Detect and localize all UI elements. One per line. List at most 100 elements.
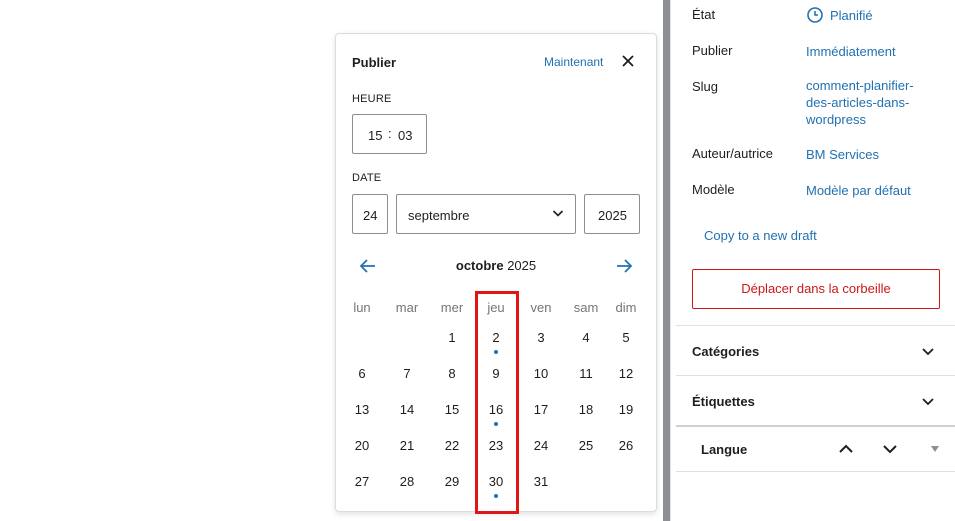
slug-button[interactable]: comment-planifier- des-articles-dans- wo… [806,77,914,128]
month-select[interactable]: septembre [396,194,576,234]
categories-panel-toggle[interactable]: Catégories [692,344,759,359]
calendar-day-3[interactable]: 3 [521,327,561,357]
copy-to-draft-button[interactable]: Copy to a new draft [704,228,817,243]
status-value: Planifié [830,7,873,23]
chevron-down-icon[interactable] [920,343,936,359]
calendar-day-number: 29 [444,474,460,489]
calendar-day-number: 2 [492,330,500,345]
calendar-day-8[interactable]: 8 [432,363,472,393]
calendar-day-15[interactable]: 15 [432,399,472,429]
time-input-group: 15 : 03 [352,114,427,154]
calendar-day-number: 24 [533,438,549,453]
calendar-day-29[interactable]: 29 [432,471,472,501]
tags-panel-toggle[interactable]: Étiquettes [692,394,755,409]
calendar-day-17[interactable]: 17 [521,399,561,429]
year-input[interactable]: 2025 [584,194,640,234]
calendar-day-number: 7 [403,366,411,381]
calendar-day-2[interactable]: 2 [476,327,516,357]
minutes-input[interactable]: 03 [398,128,412,143]
calendar-day-9[interactable]: 9 [476,363,516,393]
calendar-day-30[interactable]: 30 [476,471,516,501]
calendar-day-4[interactable]: 4 [566,327,606,357]
calendar-day-number: 28 [399,474,415,489]
year-value: 2025 [598,208,627,223]
calendar-day-number: 23 [488,438,504,453]
calendar-day-number: 20 [354,438,370,453]
weekday-header-dim: dim [615,300,637,315]
chevron-down-icon [552,210,564,217]
status-label: État [692,7,716,22]
day-value: 24 [363,208,378,223]
calendar-day-6[interactable]: 6 [342,363,382,393]
weekday-header-jeu: jeu [487,300,505,315]
move-to-trash-button[interactable]: Déplacer dans la corbeille [692,269,940,309]
calendar-day-number: 4 [582,330,590,345]
template-button[interactable]: Modèle par défaut [806,182,911,199]
panel-divider [676,375,955,376]
calendar-day-27[interactable]: 27 [342,471,382,501]
calendar-day-number: 16 [488,402,504,417]
calendar-day-25[interactable]: 25 [566,435,606,465]
calendar-day-number: 18 [578,402,594,417]
chevron-down-icon[interactable] [920,393,936,409]
time-label: HEURE [352,93,392,105]
calendar-day-number: 13 [354,402,370,417]
publish-date-popover: Publier Maintenant HEURE 15 : 03 DATE 24… [335,33,657,512]
scheduled-post-dot-icon [494,350,498,354]
weekday-header-mer: mer [440,300,464,315]
day-input[interactable]: 24 [352,194,388,234]
calendar-day-number: 31 [533,474,549,489]
publish-label: Publier [692,43,733,58]
calendar-day-number: 1 [448,330,456,345]
clock-icon [807,7,823,23]
close-icon[interactable] [618,51,638,71]
calendar-day-10[interactable]: 10 [521,363,561,393]
month-value: septembre [408,208,470,223]
calendar-day-number: 8 [448,366,456,381]
calendar-day-31[interactable]: 31 [521,471,561,501]
calendar-day-1[interactable]: 1 [432,327,472,357]
calendar-day-number: 27 [354,474,370,489]
calendar-day-16[interactable]: 16 [476,399,516,429]
scheduled-post-dot-icon [494,494,498,498]
panel-divider [676,471,955,472]
sidebar-resize-divider[interactable] [663,0,676,521]
next-month-arrow-icon[interactable] [613,256,635,276]
caret-down-icon[interactable] [929,444,941,454]
calendar-day-number: 3 [537,330,545,345]
publish-date-button[interactable]: Immédiatement [806,43,896,60]
calendar-day-18[interactable]: 18 [566,399,606,429]
calendar-day-11[interactable]: 11 [566,363,606,393]
hours-input[interactable]: 15 [368,128,382,143]
now-button[interactable]: Maintenant [544,55,603,69]
calendar-day-5[interactable]: 5 [606,327,646,357]
weekday-header-lun: lun [353,300,371,315]
calendar-day-number: 9 [492,366,500,381]
chevron-down-icon[interactable] [881,441,899,457]
calendar-month-name: octobre [455,258,504,273]
calendar-day-22[interactable]: 22 [432,435,472,465]
calendar-day-14[interactable]: 14 [387,399,427,429]
calendar-day-20[interactable]: 20 [342,435,382,465]
calendar-day-number: 12 [618,366,634,381]
chevron-up-icon[interactable] [837,441,855,457]
calendar-day-23[interactable]: 23 [476,435,516,465]
calendar-day-24[interactable]: 24 [521,435,561,465]
slug-line: des-articles-dans- [806,95,910,110]
popover-title: Publier [352,55,397,70]
calendar-month-heading: octobre 2025 [336,258,656,273]
author-button[interactable]: BM Services [806,146,879,163]
status-value-button[interactable]: Planifié [806,6,873,24]
author-label: Auteur/autrice [692,146,773,161]
calendar-day-26[interactable]: 26 [606,435,646,465]
calendar-day-28[interactable]: 28 [387,471,427,501]
calendar-day-12[interactable]: 12 [606,363,646,393]
slug-line: wordpress [806,112,866,127]
calendar-day-number: 22 [444,438,460,453]
calendar-day-13[interactable]: 13 [342,399,382,429]
panel-divider [676,425,955,427]
calendar-day-7[interactable]: 7 [387,363,427,393]
calendar-day-number: 30 [488,474,504,489]
calendar-day-19[interactable]: 19 [606,399,646,429]
calendar-day-21[interactable]: 21 [387,435,427,465]
